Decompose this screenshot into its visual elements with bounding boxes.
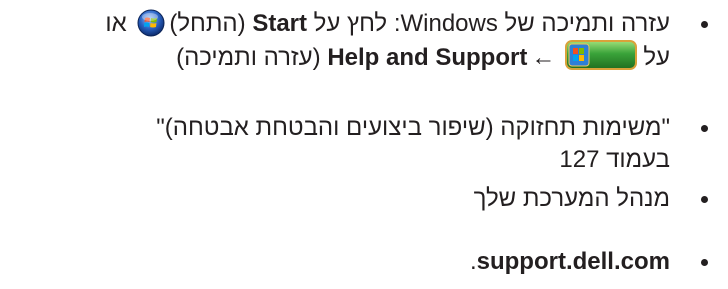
list-item-help-and-support: עזרה ותמיכה של Windows: לחץ על Start (הת…	[8, 8, 708, 74]
text-segment: או	[105, 10, 134, 37]
item-line: support.dell.com.	[8, 246, 670, 278]
text-segment: עזרה ותמיכה של	[497, 10, 671, 37]
windows-text: Windows	[400, 10, 498, 37]
list-item-support-site: support.dell.com.	[8, 246, 708, 278]
text-segment: (התחל)	[169, 10, 253, 37]
windows-start-orb-icon	[137, 9, 165, 37]
bullet	[701, 259, 708, 266]
item-line: בעמוד 127	[559, 146, 670, 173]
bullet	[701, 196, 708, 203]
item-line: "משימות תחזוקה (שיפור ביצועים והבטחת אבט…	[156, 114, 670, 141]
item-line: על ←Help and Support (עזרה ותמיכה)	[8, 40, 670, 74]
text-segment: : לחץ על	[307, 10, 401, 37]
bullet	[701, 125, 708, 132]
period: .	[469, 248, 477, 275]
list-item-maintenance-tasks: "משימות תחזוקה (שיפור ביצועים והבטחת אבט…	[8, 112, 708, 176]
text-segment: (עזרה ותמיכה)	[176, 44, 328, 71]
start-label: Start	[252, 10, 307, 37]
item-line: עזרה ותמיכה של Windows: לחץ על Start (הת…	[8, 8, 670, 40]
list-item-system-administrator: מנהל המערכת שלך	[8, 183, 708, 215]
arrow-icon: ←	[531, 44, 556, 71]
text-segment: על	[643, 44, 670, 71]
support-site-link[interactable]: support.dell.com	[477, 248, 670, 275]
item-line: מנהל המערכת שלך	[473, 185, 670, 212]
help-and-support-label: Help and Support	[327, 44, 528, 71]
windows-start-button-icon	[565, 40, 638, 70]
bullet	[701, 21, 708, 28]
